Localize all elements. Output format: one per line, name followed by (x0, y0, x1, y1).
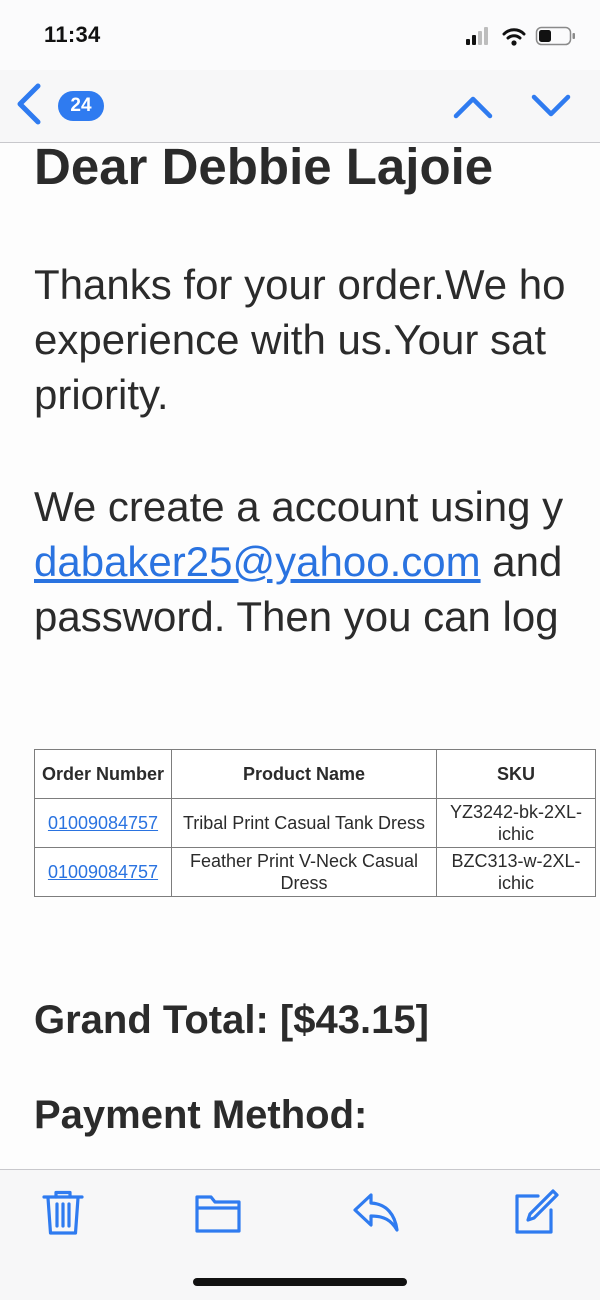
email-paragraph-account: We create a account using y dabaker25@ya… (34, 479, 600, 644)
folder-icon[interactable] (194, 1188, 242, 1236)
status-icons (466, 26, 575, 46)
paragraph-line: dabaker25@yahoo.com and (34, 534, 600, 589)
grand-total: Grand Total: [$43.15] (34, 998, 429, 1042)
paragraph-line: experience with us.Your sat (34, 316, 547, 363)
table-row: 01009084757 Tribal Print Casual Tank Dre… (34, 798, 596, 848)
chevron-down-icon[interactable] (528, 88, 574, 124)
paragraph-line: priority. (34, 371, 169, 418)
column-header-product-name: Product Name (171, 749, 437, 799)
email-body: Dear Debbie Lajoie Thanks for your order… (0, 143, 600, 1169)
table-header-row: Order Number Product Name SKU (34, 749, 596, 799)
status-bar: 11:34 (0, 0, 600, 70)
unread-count-badge[interactable]: 24 (58, 91, 104, 121)
chevron-up-icon[interactable] (450, 88, 496, 124)
reply-icon[interactable] (352, 1188, 400, 1236)
paragraph-line: password. Then you can log (34, 593, 559, 640)
order-number-link[interactable]: 01009084757 (48, 813, 158, 833)
order-table: Order Number Product Name SKU 0100908475… (34, 749, 596, 897)
paragraph-line: We create a account using y (34, 483, 564, 530)
trash-icon[interactable] (39, 1188, 87, 1236)
status-time: 11:34 (44, 22, 101, 47)
back-chevron-icon[interactable] (12, 82, 48, 126)
compose-icon[interactable] (512, 1188, 560, 1236)
email-address-link[interactable]: dabaker25@yahoo.com (34, 538, 481, 585)
sku-cell: YZ3242-bk-2XL-ichic (436, 798, 596, 848)
column-header-sku: SKU (436, 749, 596, 799)
signal-icon (466, 27, 488, 45)
order-number-cell: 01009084757 (34, 798, 172, 848)
paragraph-line: Thanks for your order.We ho (34, 261, 566, 308)
paragraph-text: and (480, 538, 563, 585)
email-paragraph-thanks: Thanks for your order.We ho experience w… (34, 257, 600, 422)
email-greeting: Dear Debbie Lajoie (34, 143, 494, 195)
payment-method-heading: Payment Method: (34, 1093, 368, 1137)
product-name-cell: Tribal Print Casual Tank Dress (171, 798, 437, 848)
wifi-icon (502, 28, 526, 46)
product-name-cell: Feather Print V-Neck Casual Dress (171, 847, 437, 897)
column-header-order-number: Order Number (34, 749, 172, 799)
sku-cell: BZC313-w-2XL-ichic (436, 847, 596, 897)
order-number-cell: 01009084757 (34, 847, 172, 897)
order-number-link[interactable]: 01009084757 (48, 862, 158, 882)
table-row: 01009084757 Feather Print V-Neck Casual … (34, 847, 596, 897)
battery-icon (535, 26, 575, 46)
home-indicator[interactable] (193, 1278, 407, 1286)
